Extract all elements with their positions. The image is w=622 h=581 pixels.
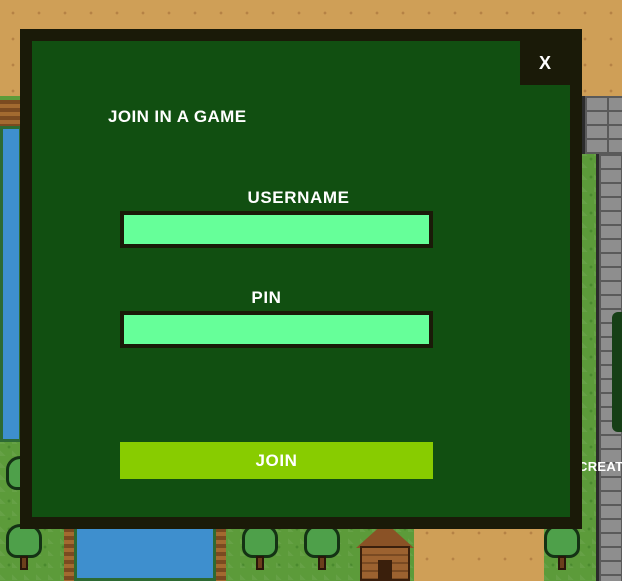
dirt-riverbank-left [64, 528, 74, 581]
water-left [0, 126, 22, 442]
close-button[interactable]: X [520, 41, 570, 85]
tree [300, 522, 344, 574]
tree [2, 522, 46, 574]
create-button-label-partial[interactable]: CREAT [578, 459, 622, 474]
dirt-riverbank-right [216, 528, 226, 581]
username-input[interactable] [120, 211, 433, 248]
dialog-title: JOIN IN A GAME [108, 107, 247, 126]
tree [540, 522, 584, 574]
side-panel-edge [612, 312, 622, 432]
water-bottom [74, 526, 216, 581]
close-icon: X [538, 52, 551, 73]
join-button[interactable]: JOIN [120, 442, 433, 479]
sand-area-bottom [414, 520, 544, 581]
tree [238, 522, 282, 574]
stone-wall-top [582, 96, 622, 154]
pin-input[interactable] [120, 311, 433, 348]
join-game-dialog: X JOIN IN A GAME USERNAME PIN JOIN [20, 29, 582, 529]
wooden-hut [356, 522, 414, 581]
username-label: USERNAME [247, 188, 350, 207]
pin-label: PIN [251, 288, 282, 307]
